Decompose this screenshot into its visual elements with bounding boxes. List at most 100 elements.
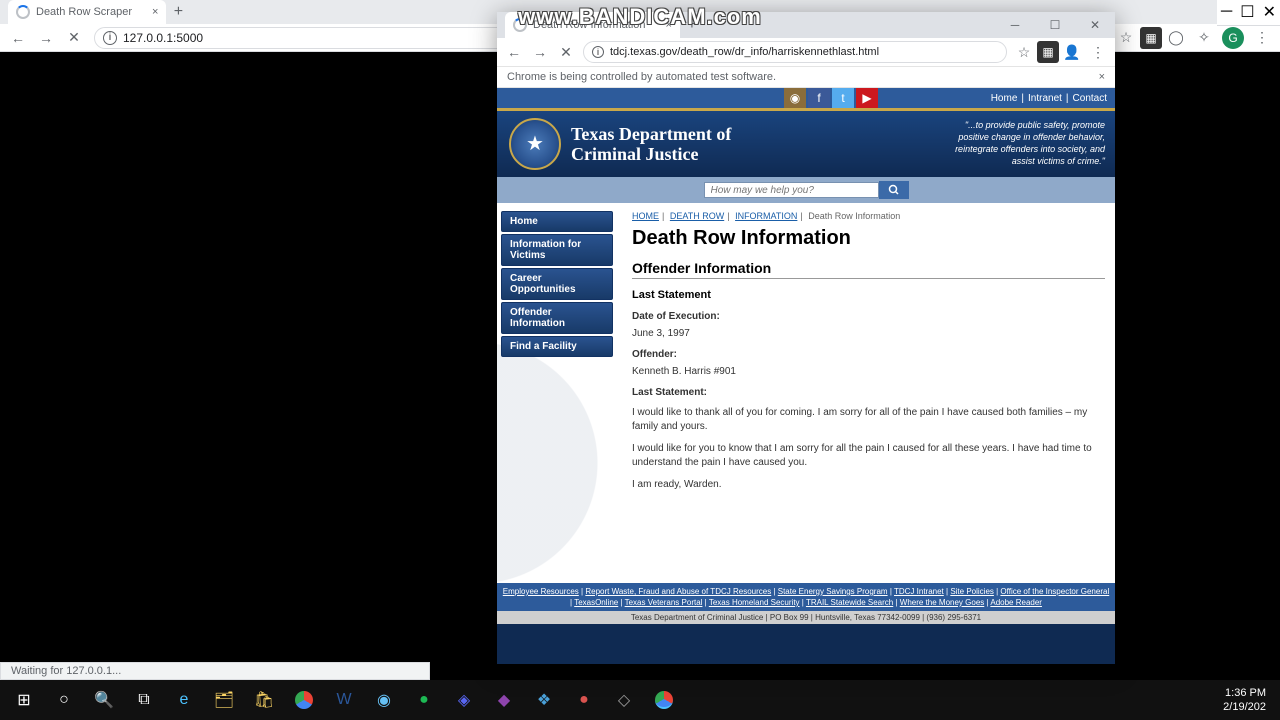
chrome-icon[interactable]: [284, 680, 324, 720]
new-tab-button[interactable]: +: [166, 0, 190, 24]
star-icon[interactable]: ☆: [1011, 39, 1037, 65]
app2-icon[interactable]: ❖: [524, 680, 564, 720]
minimize-button[interactable]: ─: [995, 12, 1035, 38]
statement-p2: I would like for you to know that I am s…: [632, 442, 1105, 470]
loading-spinner-icon: [16, 5, 30, 19]
offender-value: Kenneth B. Harris #901: [632, 366, 1105, 377]
tdcj-searchbar: [497, 177, 1115, 203]
address-bar[interactable]: i tdcj.texas.gov/death_row/dr_info/harri…: [583, 41, 1007, 63]
windows-taskbar: ⊞ ○ 🔍 ⧉ e 🗂 🛍 W ◉ ● ◈ ◆ ❖ ● ◇ 1:36 PM 2/…: [0, 680, 1280, 720]
search-input[interactable]: [704, 182, 879, 198]
topnav-contact[interactable]: Contact: [1073, 93, 1107, 104]
forward-button[interactable]: →: [32, 24, 60, 52]
fg-tab-tdcj[interactable]: Death Row Information ×: [505, 12, 680, 38]
fg-tab-title: Death Row Information: [533, 19, 646, 31]
app-icon[interactable]: ◆: [484, 680, 524, 720]
fg-tabstrip: Death Row Information × + ─ ☐ ✕: [497, 12, 1115, 38]
statement-p3: I am ready, Warden.: [632, 478, 1105, 492]
spotify-icon[interactable]: ●: [404, 680, 444, 720]
clock-time: 1:36 PM: [1223, 686, 1266, 700]
sidebar-item-career[interactable]: Career Opportunities: [501, 268, 613, 300]
file-explorer-icon[interactable]: 🗂: [204, 680, 244, 720]
sidebar-item-victims[interactable]: Information for Victims: [501, 234, 613, 266]
word-icon[interactable]: W: [324, 680, 364, 720]
tdcj-contact: Texas Department of Criminal Justice | P…: [497, 611, 1115, 624]
breadcrumb: HOME| DEATH ROW| INFORMATION| Death Row …: [632, 211, 1105, 221]
extension-icon[interactable]: ▦: [1037, 41, 1059, 63]
facebook-icon[interactable]: f: [808, 88, 830, 108]
cortana-icon[interactable]: ○: [44, 680, 84, 720]
youtube-icon[interactable]: ▶: [856, 88, 878, 108]
extension3-icon[interactable]: ✧: [1190, 24, 1218, 52]
section-title: Offender Information: [632, 260, 1105, 279]
site-info-icon[interactable]: i: [592, 46, 604, 58]
twitter-icon[interactable]: t: [832, 88, 854, 108]
bg-tab-scraper[interactable]: Death Row Scraper ×: [8, 0, 166, 24]
topnav-intranet[interactable]: Intranet: [1028, 93, 1062, 104]
sidebar-item-offender[interactable]: Offender Information: [501, 302, 613, 334]
maximize-button[interactable]: ☐: [1236, 0, 1258, 26]
fg-toolbar: ← → ✕ i tdcj.texas.gov/death_row/dr_info…: [497, 38, 1115, 66]
crumb-information[interactable]: INFORMATION: [735, 211, 797, 221]
search-button[interactable]: [879, 181, 909, 199]
site-info-icon[interactable]: i: [103, 31, 117, 45]
discord-icon[interactable]: ◈: [444, 680, 484, 720]
social-icons: ◉ f t ▶: [783, 88, 879, 108]
close-icon[interactable]: ×: [1099, 71, 1105, 83]
chrome-running-icon[interactable]: [644, 680, 684, 720]
search-icon[interactable]: 🔍: [84, 680, 124, 720]
automation-infobar: Chrome is being controlled by automated …: [497, 66, 1115, 88]
status-bar: Waiting for 127.0.0.1...: [0, 662, 430, 680]
minimize-button[interactable]: ─: [1217, 0, 1236, 26]
last-statement-heading: Last Statement: [632, 289, 1105, 301]
back-button[interactable]: ←: [501, 39, 527, 65]
close-icon[interactable]: ×: [152, 6, 158, 18]
menu-icon[interactable]: ⋮: [1248, 24, 1276, 52]
search-icon: [888, 184, 900, 196]
system-tray[interactable]: 1:36 PM 2/19/202: [1213, 686, 1276, 714]
tdcj-footer: Employee Resources | Report Waste, Fraud…: [497, 583, 1115, 611]
clock-date: 2/19/202: [1223, 700, 1266, 714]
tdcj-body: Home Information for Victims Career Oppo…: [497, 203, 1115, 583]
crumb-deathrow[interactable]: DEATH ROW: [670, 211, 724, 221]
profile-icon[interactable]: 👤: [1059, 39, 1085, 65]
forward-button[interactable]: →: [527, 39, 553, 65]
tdcj-motto: "...to provide public safety, promote po…: [955, 119, 1105, 167]
profile-avatar[interactable]: G: [1222, 27, 1244, 49]
tdcj-topnav: ◉ f t ▶ Home | Intranet | Contact: [497, 88, 1115, 108]
close-icon[interactable]: ×: [666, 19, 672, 31]
start-button[interactable]: ⊞: [4, 680, 44, 720]
back-button[interactable]: ←: [4, 24, 32, 52]
bottom-blue-pad: [497, 624, 1115, 664]
maximize-button[interactable]: ☐: [1035, 12, 1075, 38]
date-value: June 3, 1997: [632, 328, 1105, 339]
extension2-icon[interactable]: ◯: [1162, 24, 1190, 52]
new-tab-button[interactable]: +: [680, 13, 704, 37]
stop-button[interactable]: ✕: [553, 39, 579, 65]
tdcj-title: Texas Department of Criminal Justice: [571, 124, 731, 164]
record-icon[interactable]: ●: [564, 680, 604, 720]
stop-button[interactable]: ✕: [60, 24, 88, 52]
steam-icon[interactable]: ◉: [364, 680, 404, 720]
topnav-home[interactable]: Home: [991, 93, 1018, 104]
sidebar-item-facility[interactable]: Find a Facility: [501, 336, 613, 357]
bg-tab-title: Death Row Scraper: [36, 6, 132, 18]
edge-icon[interactable]: e: [164, 680, 204, 720]
date-label: Date of Execution:: [632, 311, 1105, 322]
statement-label: Last Statement:: [632, 387, 1105, 398]
page-title: Death Row Information: [632, 227, 1105, 250]
extension-icon[interactable]: ▦: [1140, 27, 1162, 49]
star-icon[interactable]: ☆: [1112, 24, 1140, 52]
app3-icon[interactable]: ◇: [604, 680, 644, 720]
close-window-button[interactable]: ✕: [1259, 0, 1280, 26]
fg-page-content: ◉ f t ▶ Home | Intranet | Contact Texas …: [497, 88, 1115, 664]
sidebar-item-home[interactable]: Home: [501, 211, 613, 232]
task-view-icon[interactable]: ⧉: [124, 680, 164, 720]
store-icon[interactable]: 🛍: [244, 680, 284, 720]
infobar-text: Chrome is being controlled by automated …: [507, 71, 776, 83]
crumb-home[interactable]: HOME: [632, 211, 659, 221]
menu-icon[interactable]: ⋮: [1085, 39, 1111, 65]
crumb-current: Death Row Information: [808, 211, 900, 221]
instagram-icon[interactable]: ◉: [784, 88, 806, 108]
close-window-button[interactable]: ✕: [1075, 12, 1115, 38]
